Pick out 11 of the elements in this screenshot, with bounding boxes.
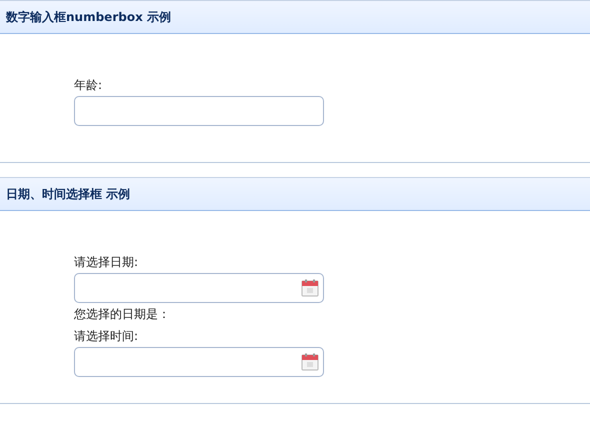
field-label: 请选择日期: xyxy=(74,254,140,270)
calendar-icon[interactable] xyxy=(301,353,319,371)
panel-title: 数字输入框numberbox 示例 xyxy=(6,9,171,26)
number-field[interactable] xyxy=(74,96,324,126)
field-label: 请选择时间: xyxy=(74,328,140,344)
field-label: 年龄: xyxy=(74,77,104,93)
date-field[interactable] xyxy=(74,273,324,303)
panel-title: 日期、时间选择框 示例 xyxy=(6,186,130,203)
selected-date-text: 您选择的日期是： xyxy=(74,306,171,322)
date-field[interactable] xyxy=(74,347,324,377)
calendar-icon[interactable] xyxy=(301,279,319,297)
